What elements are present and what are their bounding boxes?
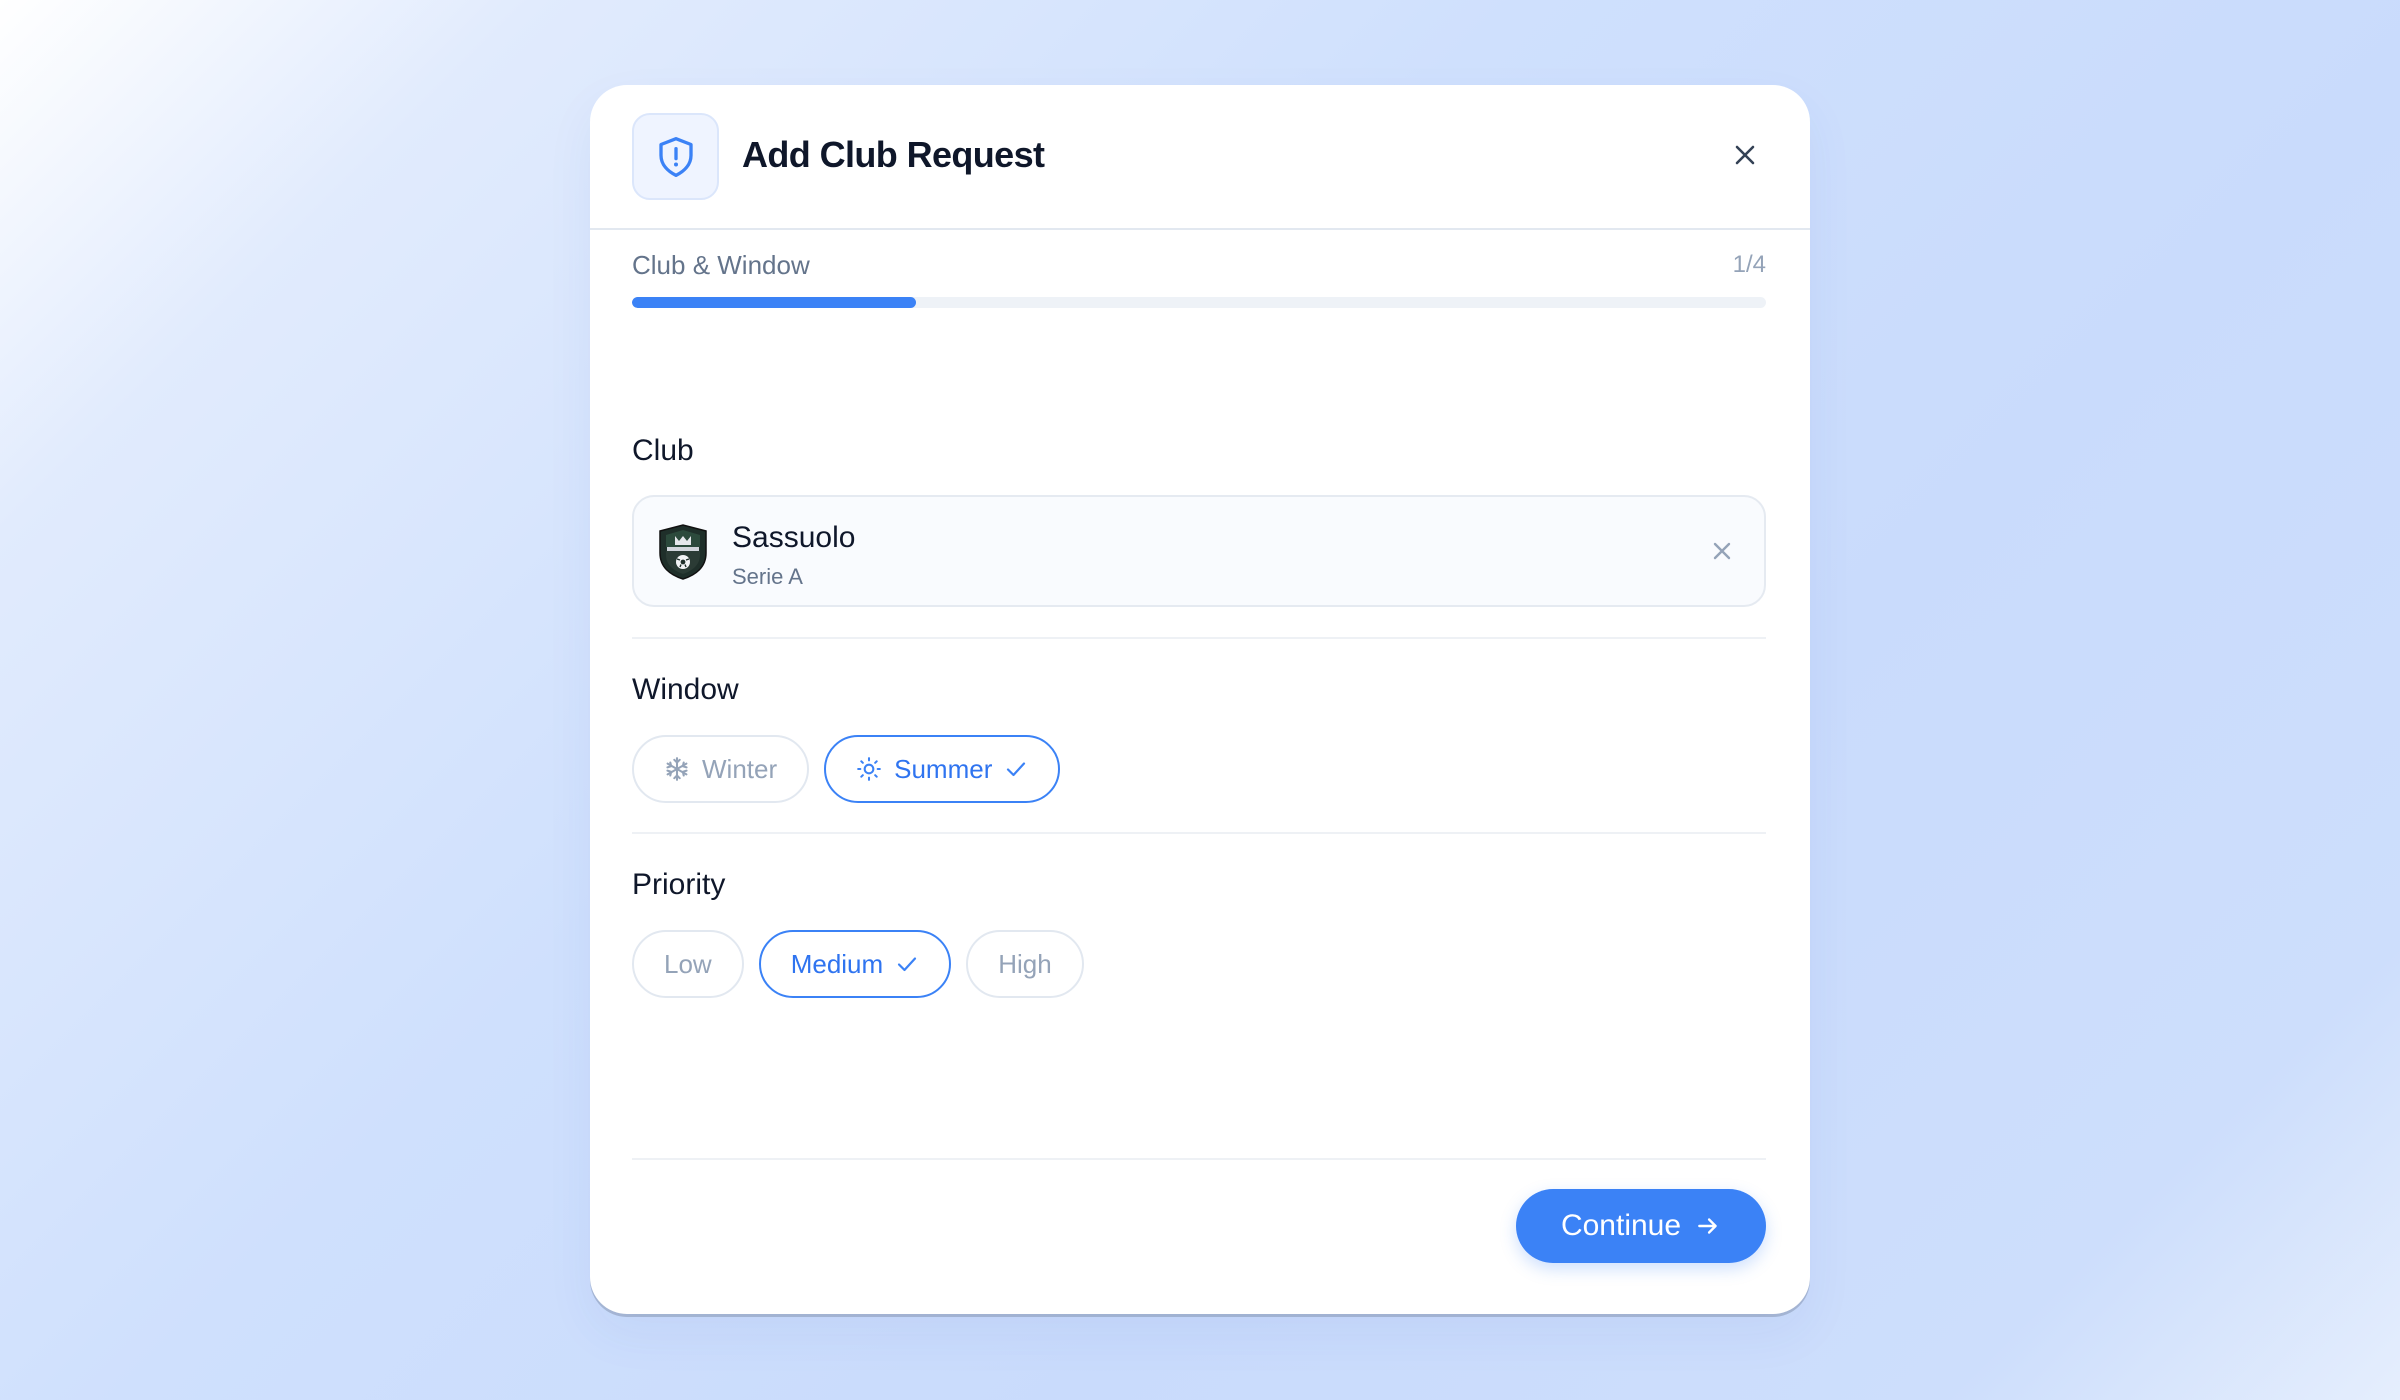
progress-bar (632, 297, 1766, 308)
window-section-label: Window (632, 673, 739, 706)
section-divider (632, 832, 1766, 834)
priority-option-high[interactable]: High (966, 930, 1084, 998)
priority-option-medium[interactable]: Medium (758, 930, 952, 998)
selected-club-card[interactable]: Sassuolo Serie A (632, 495, 1766, 607)
priority-option-low[interactable]: Low (632, 930, 744, 998)
priority-section-label: Priority (632, 868, 726, 901)
shield-alert-icon (658, 136, 693, 177)
window-options: Winter Summer (632, 735, 1061, 803)
window-option-label: Winter (702, 753, 778, 784)
step-label: Club & Window (632, 250, 810, 280)
dialog-title: Add Club Request (742, 134, 1045, 175)
header-icon-badge (632, 113, 719, 200)
priority-option-label: Medium (790, 948, 884, 979)
clear-club-button[interactable] (1704, 533, 1740, 569)
snowflake-icon (666, 757, 688, 781)
check-icon (1007, 762, 1026, 777)
step-count: 1/4 (1732, 251, 1766, 278)
club-league: Serie A (732, 564, 803, 589)
window-option-summer[interactable]: Summer (824, 735, 1061, 803)
window-option-winter[interactable]: Winter (632, 735, 810, 803)
club-crest-icon (659, 524, 707, 580)
club-name: Sassuolo (732, 521, 856, 554)
close-icon (1735, 145, 1755, 165)
sun-icon (857, 757, 881, 781)
dialog-header: Add Club Request (590, 85, 1810, 230)
continue-label: Continue (1560, 1209, 1682, 1242)
section-divider (632, 637, 1766, 639)
close-button[interactable] (1723, 133, 1767, 177)
footer-divider (632, 1158, 1766, 1160)
window-option-label: Summer (894, 753, 993, 784)
priority-option-label: Low (664, 948, 712, 979)
club-section-label: Club (632, 434, 694, 467)
clear-icon (1713, 542, 1731, 560)
progress-bar-fill (632, 297, 916, 308)
arrow-right-icon (1698, 1218, 1717, 1234)
add-club-request-dialog: Add Club Request Club & Window 1/4 Club … (590, 85, 1810, 1314)
check-icon (898, 957, 917, 972)
priority-option-label: High (998, 948, 1052, 979)
priority-options: Low Medium High (632, 930, 1084, 998)
continue-button[interactable]: Continue (1516, 1189, 1766, 1263)
